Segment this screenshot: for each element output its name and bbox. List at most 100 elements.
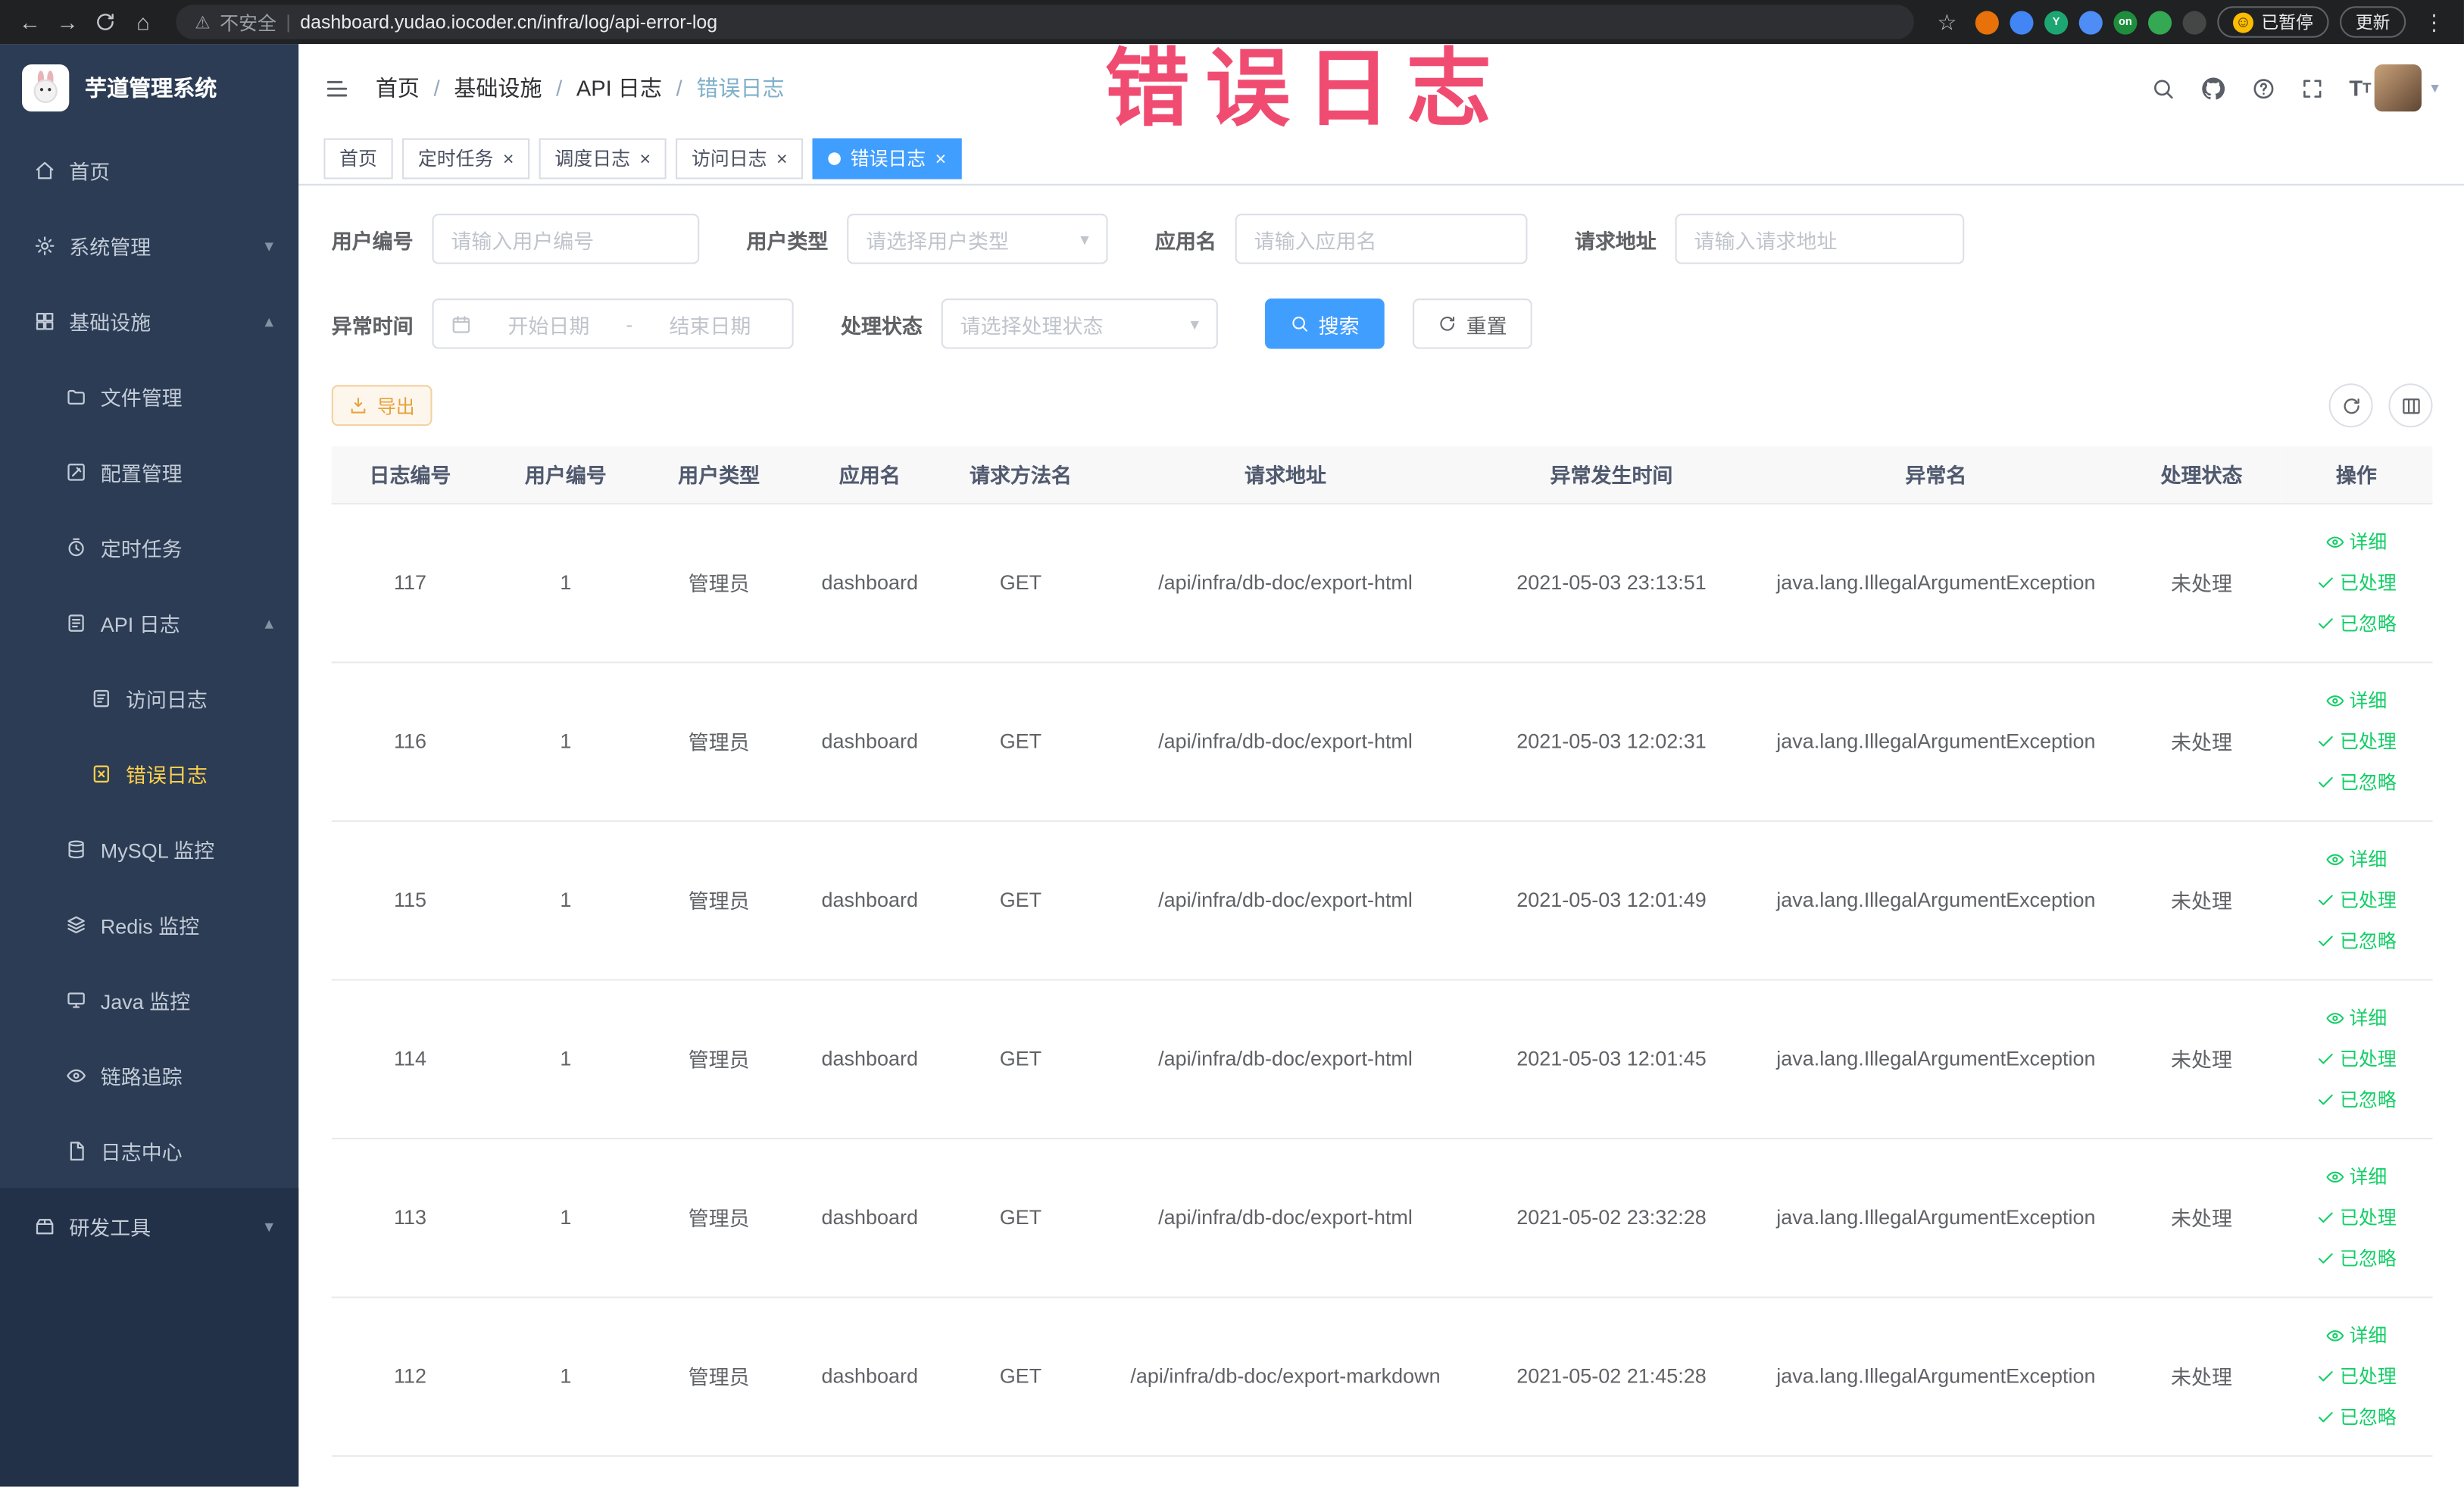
user-type-select[interactable]: 请选择用户类型 ▾: [847, 214, 1108, 264]
detail-link[interactable]: 详细: [2325, 528, 2387, 555]
detail-link[interactable]: 详细: [2325, 1163, 2387, 1189]
breadcrumb-item[interactable]: API 日志: [576, 72, 662, 103]
ignored-link[interactable]: 已忽略: [2316, 610, 2397, 636]
extension-icon[interactable]: [2010, 10, 2034, 34]
sidebar-item[interactable]: 配置管理: [0, 434, 298, 510]
sidebar-item[interactable]: 日志中心: [0, 1113, 298, 1189]
tab[interactable]: 错误日志 ×: [812, 137, 962, 179]
app-name-input[interactable]: 请输入应用名: [1235, 214, 1528, 264]
ignored-link[interactable]: 已忽略: [2316, 1245, 2397, 1271]
extension-icon[interactable]: Y: [2044, 10, 2069, 34]
user-avatar[interactable]: [2374, 64, 2422, 112]
detail-link[interactable]: 详细: [2325, 1004, 2387, 1031]
browser-back-icon[interactable]: ←: [13, 5, 48, 39]
sidebar-item[interactable]: 首页: [0, 132, 298, 208]
cell-log-id: 117: [331, 502, 489, 663]
sidebar-item[interactable]: API 日志: [0, 585, 298, 661]
main-content: 首页 / 基础设施 / API 日志 / 错误日志 TT ▾ 首页 定时任务 ×…: [298, 44, 2464, 1487]
cell-actions: 详细 已处理 已忽略: [2280, 1138, 2433, 1298]
chevron-down-icon[interactable]: ▾: [2431, 80, 2438, 97]
error-log-table: 日志编号 用户编号 用户类型 应用名 请求方法名 请求地址 异常发生时间 异常名…: [331, 446, 2433, 1457]
ignored-link[interactable]: 已忽略: [2316, 1086, 2397, 1113]
security-warning-icon[interactable]: ⚠: [195, 12, 210, 33]
eye-icon: [2325, 1167, 2344, 1186]
tab[interactable]: 访问日志 ×: [676, 137, 804, 179]
cell-log-id: 116: [331, 661, 489, 821]
filter-form: 用户编号 请输入用户编号 用户类型 请选择用户类型 ▾ 应用名 请输入应用名 请…: [298, 186, 2464, 349]
browser-menu-icon[interactable]: ⋮: [2417, 5, 2452, 39]
sidebar-item[interactable]: 定时任务: [0, 509, 298, 585]
sidebar-item-icon: [66, 461, 86, 482]
sidebar-item[interactable]: Java 监控: [0, 962, 298, 1038]
fullscreen-icon[interactable]: [2300, 77, 2324, 100]
user-id-input[interactable]: 请输入用户编号: [432, 214, 700, 264]
filter-process-status: 处理状态 请选择处理状态 ▾: [841, 298, 1218, 349]
processed-link[interactable]: 已处理: [2316, 1363, 2397, 1389]
sidebar-item[interactable]: 研发工具: [0, 1188, 298, 1264]
ignored-link[interactable]: 已忽略: [2316, 768, 2397, 795]
sidebar-item[interactable]: 文件管理: [0, 358, 298, 434]
sidebar-toggle-icon[interactable]: [323, 75, 350, 102]
help-icon[interactable]: [2252, 77, 2275, 100]
tab[interactable]: 首页 ×: [323, 137, 393, 179]
sidebar-item[interactable]: MySQL 监控: [0, 811, 298, 886]
fontsize-icon[interactable]: TT: [2349, 77, 2371, 99]
breadcrumb-item[interactable]: 基础设施: [454, 72, 542, 103]
close-icon[interactable]: ×: [639, 148, 651, 167]
detail-link[interactable]: 详细: [2325, 1322, 2387, 1348]
export-button[interactable]: 导出: [331, 385, 433, 426]
update-button[interactable]: 更新: [2340, 6, 2406, 38]
search-icon[interactable]: [2151, 77, 2175, 100]
breadcrumb-item[interactable]: 首页: [376, 72, 420, 103]
browser-toolbar-right: ☆ Y on ☺ 已暂停 更新 ⋮: [1930, 5, 2452, 39]
github-icon[interactable]: [2200, 75, 2226, 102]
exception-time-range-picker[interactable]: 开始日期 - 结束日期: [432, 298, 794, 349]
refresh-button[interactable]: [2328, 383, 2373, 428]
processed-link[interactable]: 已处理: [2316, 728, 2397, 754]
tab[interactable]: 调度日志 ×: [539, 137, 667, 179]
sidebar-item[interactable]: Redis 监控: [0, 886, 298, 962]
close-icon[interactable]: ×: [935, 148, 947, 167]
close-icon[interactable]: ×: [776, 148, 788, 167]
tab[interactable]: 定时任务 ×: [402, 137, 530, 179]
sidebar-item[interactable]: 访问日志: [0, 660, 298, 736]
process-status-select[interactable]: 请选择处理状态 ▾: [941, 298, 1218, 349]
processed-link[interactable]: 已处理: [2316, 569, 2397, 595]
extension-icon[interactable]: on: [2113, 10, 2138, 34]
check-icon: [2316, 1407, 2335, 1426]
extension-icon[interactable]: [2078, 10, 2103, 34]
sidebar-item[interactable]: 错误日志: [0, 736, 298, 811]
column-settings-button[interactable]: [2388, 383, 2433, 428]
ignored-link[interactable]: 已忽略: [2316, 927, 2397, 954]
bookmark-star-icon[interactable]: ☆: [1930, 5, 1965, 39]
sidebar-item[interactable]: 链路追踪: [0, 1037, 298, 1113]
eye-icon: [2325, 691, 2344, 710]
sidebar-item[interactable]: 系统管理: [0, 208, 298, 283]
sidebar-item[interactable]: 基础设施: [0, 283, 298, 358]
detail-link[interactable]: 详细: [2325, 845, 2387, 872]
processed-link[interactable]: 已处理: [2316, 886, 2397, 913]
request-url-input[interactable]: 请输入请求地址: [1675, 214, 1965, 264]
processed-link[interactable]: 已处理: [2316, 1045, 2397, 1072]
processed-link[interactable]: 已处理: [2316, 1204, 2397, 1230]
cell-exception-time: 2021-05-02 21:45:28: [1473, 1296, 1750, 1457]
extension-icon[interactable]: [1975, 10, 1999, 34]
address-bar[interactable]: ⚠ 不安全 | dashboard.yudao.iocoder.cn/infra…: [176, 5, 1914, 39]
sidebar-item-icon: [66, 612, 86, 633]
app-logo[interactable]: 芋道管理系统: [0, 44, 298, 132]
extension-icon[interactable]: [2147, 10, 2172, 34]
browser-forward-icon[interactable]: →: [50, 5, 85, 39]
cell-user-id: 1: [489, 979, 643, 1139]
filter-row: 用户编号 请输入用户编号 用户类型 请选择用户类型 ▾ 应用名 请输入应用名 请…: [332, 214, 2433, 264]
detail-link[interactable]: 详细: [2325, 687, 2387, 714]
extension-icon[interactable]: [2182, 10, 2206, 34]
browser-home-icon[interactable]: ⌂: [126, 5, 161, 39]
close-icon[interactable]: ×: [503, 148, 514, 167]
reset-button[interactable]: 重置: [1413, 298, 1532, 349]
sidebar-item-label: 研发工具: [69, 1215, 151, 1239]
paused-badge[interactable]: ☺ 已暂停: [2217, 6, 2329, 38]
ignored-link[interactable]: 已忽略: [2316, 1404, 2397, 1430]
sidebar-item-label: 链路追踪: [100, 1064, 183, 1089]
browser-reload-icon[interactable]: [88, 5, 123, 39]
search-button[interactable]: 搜索: [1265, 298, 1385, 349]
